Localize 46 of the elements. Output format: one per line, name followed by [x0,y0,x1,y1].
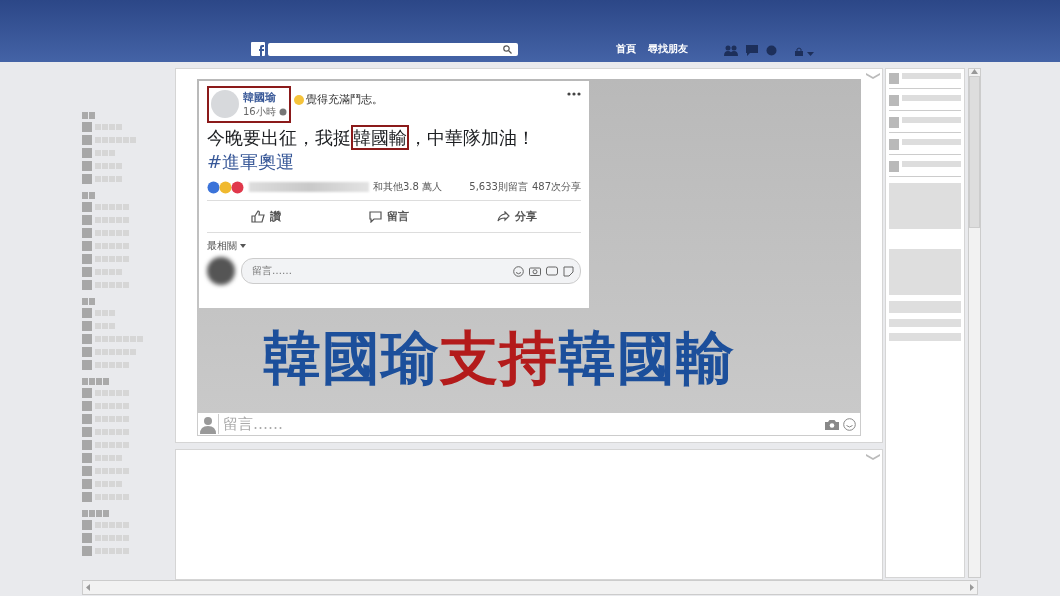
more-options-icon[interactable] [567,92,581,96]
emoji-icon [293,94,304,105]
share-count[interactable]: 487次分享 [531,180,581,194]
scroll-up-icon[interactable] [971,69,978,74]
user-silhouette-icon [198,414,219,434]
emoji-icon[interactable] [513,265,524,277]
sort-dropdown[interactable]: 最相關 [207,239,237,253]
vertical-scrollbar[interactable] [968,68,981,578]
caret-icon[interactable] [240,244,246,248]
headline-caption: 韓國瑜支持韓國輸 [262,323,736,394]
speech-bubble-icon [369,210,382,223]
messages-icon[interactable] [746,45,758,56]
nav-link[interactable]: 尋找朋友 [648,42,688,56]
nav-link[interactable]: 首頁 [616,42,636,56]
post-time[interactable]: 16小時 [243,105,276,119]
post-action-button[interactable]: 讚 [245,207,287,226]
post-text: 今晚要出征，我挺韓國輸，中華隊加油！ [207,126,536,150]
chevron-icon[interactable] [866,73,880,79]
feeling-text: 覺得充滿鬥志。 [305,92,383,107]
reactions-icon [207,180,245,194]
search-icon[interactable] [503,45,512,54]
scroll-left-icon[interactable] [86,584,90,591]
camera-icon[interactable] [529,266,541,276]
comment-count[interactable]: 5,633則留言 [469,180,528,194]
comment-input-field[interactable]: 留言…… [241,258,581,284]
chevron-icon[interactable] [866,453,880,460]
blurred-avatar [207,257,235,285]
sticker-icon[interactable] [563,265,574,277]
facebook-logo-icon[interactable] [251,42,265,56]
thumbs-up-icon [251,210,265,223]
post-action-button[interactable]: 分享 [491,207,543,226]
friends-icon[interactable] [724,45,738,56]
gif-icon[interactable] [546,266,558,276]
avatar [211,90,239,118]
hashtag-link[interactable]: #進軍奧運 [207,150,295,174]
share-arrow-icon [497,211,510,222]
search-field[interactable] [268,43,518,56]
emoji-icon[interactable] [843,417,856,431]
scroll-right-icon[interactable] [970,584,974,591]
reaction-count[interactable]: 和其他3.8 萬人 [373,180,443,194]
post-action-button[interactable]: 留言 [363,207,415,226]
horizontal-scrollbar[interactable] [82,580,978,595]
camera-icon[interactable] [825,418,839,430]
dropdown-caret-icon[interactable] [807,52,814,56]
author-name[interactable]: 韓國瑜 [243,90,287,105]
lock-icon[interactable] [795,47,803,56]
